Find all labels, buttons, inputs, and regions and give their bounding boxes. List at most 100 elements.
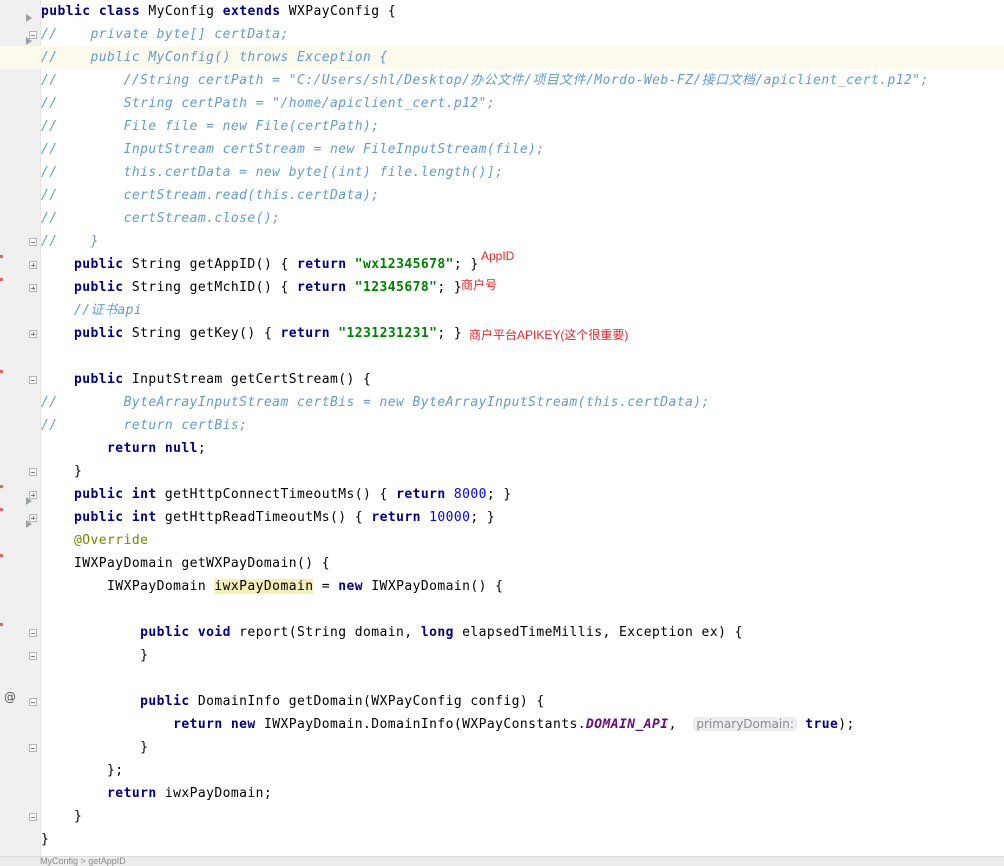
code-text[interactable]: // InputStream certStream = new FileInpu…: [41, 138, 545, 161]
code-comment: // return certBis;: [41, 418, 248, 433]
code-text[interactable]: IWXPayDomain getWXPayDomain() {: [41, 552, 330, 575]
code-token: return: [296, 280, 347, 295]
code-token: DOMAIN_API: [585, 717, 669, 732]
code-comment: // String certPath = "/home/apiclient_ce…: [41, 96, 496, 111]
code-text[interactable]: public int getHttpReadTimeoutMs() { retu…: [41, 506, 495, 529]
code-line[interactable]: // public MyConfig() throws Exception {: [0, 46, 1004, 69]
code-text[interactable]: return new IWXPayDomain.DomainInfo(WXPay…: [41, 713, 855, 736]
code-token: public: [41, 625, 190, 640]
code-line[interactable]: // File file = new File(certPath);: [0, 115, 1004, 138]
code-line[interactable]: public class MyConfig extends WXPayConfi…: [0, 0, 1004, 23]
code-text[interactable]: public String getMchID() { return "12345…: [41, 276, 462, 299]
code-text[interactable]: }: [41, 644, 148, 667]
code-line[interactable]: public void report(String domain, long e…: [0, 621, 1004, 644]
code-text[interactable]: // File file = new File(certPath);: [41, 115, 380, 138]
code-token: extends: [222, 4, 281, 19]
code-editor[interactable]: public class MyConfig extends WXPayConfi…: [0, 0, 1004, 866]
code-text[interactable]: // this.certData = new byte[(int) file.l…: [41, 161, 503, 184]
code-line[interactable]: }: [0, 828, 1004, 851]
code-line[interactable]: // //String certPath = "C:/Users/shl/Des…: [0, 69, 1004, 92]
code-line[interactable]: }: [0, 644, 1004, 667]
code-text[interactable]: public void report(String domain, long e…: [41, 621, 743, 644]
code-token: =: [313, 579, 339, 594]
code-line[interactable]: public InputStream getCertStream() {: [0, 368, 1004, 391]
code-line[interactable]: // InputStream certStream = new FileInpu…: [0, 138, 1004, 161]
code-text[interactable]: // private byte[] certData;: [41, 23, 289, 46]
code-text[interactable]: public InputStream getCertStream() {: [41, 368, 371, 391]
code-text[interactable]: // public MyConfig() throws Exception {: [41, 46, 388, 69]
code-line[interactable]: public int getHttpConnectTimeoutMs() { r…: [0, 483, 1004, 506]
code-token: }: [41, 809, 83, 824]
code-token: public: [41, 487, 124, 502]
code-text[interactable]: // String certPath = "/home/apiclient_ce…: [41, 92, 495, 115]
code-text[interactable]: public String getKey() { return "1231231…: [41, 322, 462, 345]
code-line[interactable]: // certStream.read(this.certData);: [0, 184, 1004, 207]
code-line[interactable]: [0, 345, 1004, 368]
code-line[interactable]: public String getMchID() { return "12345…: [0, 276, 1004, 299]
code-text[interactable]: // ByteArrayInputStream certBis = new By…: [41, 391, 710, 414]
annotation-mchid: 商户号: [461, 278, 498, 292]
code-text[interactable]: // return certBis;: [41, 414, 247, 437]
code-text[interactable]: public String getAppID() { return "wx123…: [41, 253, 479, 276]
code-line[interactable]: //证书api: [0, 299, 1004, 322]
code-line[interactable]: [0, 598, 1004, 621]
code-line[interactable]: };: [0, 759, 1004, 782]
code-comment: // //String certPath = "C:/Users/shl/Des…: [41, 73, 929, 88]
code-text[interactable]: // //String certPath = "C:/Users/shl/Des…: [41, 69, 929, 92]
code-line[interactable]: // this.certData = new byte[(int) file.l…: [0, 161, 1004, 184]
code-text[interactable]: IWXPayDomain iwxPayDomain = new IWXPayDo…: [41, 575, 503, 598]
code-text[interactable]: }: [41, 828, 49, 851]
code-line[interactable]: public DomainInfo getDomain(WXPayConfig …: [0, 690, 1004, 713]
code-token: public: [41, 257, 124, 272]
code-comment: // public MyConfig() throws Exception {: [41, 50, 388, 65]
code-line[interactable]: // String certPath = "/home/apiclient_ce…: [0, 92, 1004, 115]
code-token: "1231231231": [338, 326, 438, 341]
code-text[interactable]: return iwxPayDomain;: [41, 782, 272, 805]
code-line[interactable]: IWXPayDomain iwxPayDomain = new IWXPayDo…: [0, 575, 1004, 598]
code-line[interactable]: [0, 667, 1004, 690]
code-token: new: [230, 717, 256, 732]
code-text[interactable]: // certStream.close();: [41, 207, 280, 230]
code-text[interactable]: //证书api: [41, 299, 142, 322]
code-token: return: [396, 487, 446, 502]
code-area[interactable]: public class MyConfig extends WXPayConfi…: [0, 0, 1004, 856]
code-text[interactable]: public class MyConfig extends WXPayConfi…: [41, 0, 396, 23]
code-text[interactable]: public DomainInfo getDomain(WXPayConfig …: [41, 690, 545, 713]
code-token: getHttpReadTimeoutMs() {: [156, 510, 372, 525]
code-line[interactable]: // return certBis;: [0, 414, 1004, 437]
code-line[interactable]: return null;: [0, 437, 1004, 460]
code-line[interactable]: return iwxPayDomain;: [0, 782, 1004, 805]
code-token: getHttpConnectTimeoutMs() {: [156, 487, 397, 502]
code-token: public: [41, 4, 91, 19]
code-line[interactable]: return new IWXPayDomain.DomainInfo(WXPay…: [0, 713, 1004, 736]
code-text[interactable]: return null;: [41, 437, 206, 460]
code-text[interactable]: }: [41, 460, 82, 483]
code-token: String getAppID() {: [123, 257, 297, 272]
code-line[interactable]: }: [0, 460, 1004, 483]
code-text[interactable]: }: [41, 736, 148, 759]
code-line[interactable]: IWXPayDomain getWXPayDomain() {: [0, 552, 1004, 575]
code-text[interactable]: };: [41, 759, 124, 782]
code-line[interactable]: // ByteArrayInputStream certBis = new By…: [0, 391, 1004, 414]
implements-marker-icon[interactable]: @: [4, 690, 16, 704]
code-line[interactable]: @Override: [0, 529, 1004, 552]
code-token: return: [296, 257, 347, 272]
code-token: ; }: [437, 326, 463, 341]
code-text[interactable]: // certStream.read(this.certData);: [41, 184, 380, 207]
code-line[interactable]: }: [0, 805, 1004, 828]
code-line[interactable]: public int getHttpReadTimeoutMs() { retu…: [0, 506, 1004, 529]
code-token: int: [131, 487, 157, 502]
code-token: @Override: [41, 533, 149, 548]
code-text[interactable]: // }: [41, 230, 99, 253]
code-text[interactable]: @Override: [41, 529, 148, 552]
code-token: int: [131, 510, 157, 525]
code-text[interactable]: }: [41, 805, 82, 828]
code-token: WXPayConfig {: [280, 4, 397, 19]
code-token: long: [420, 625, 454, 640]
code-text[interactable]: public int getHttpConnectTimeoutMs() { r…: [41, 483, 512, 506]
code-line[interactable]: // private byte[] certData;: [0, 23, 1004, 46]
code-line[interactable]: }: [0, 736, 1004, 759]
code-token: return: [280, 326, 331, 341]
code-line[interactable]: // certStream.close();: [0, 207, 1004, 230]
